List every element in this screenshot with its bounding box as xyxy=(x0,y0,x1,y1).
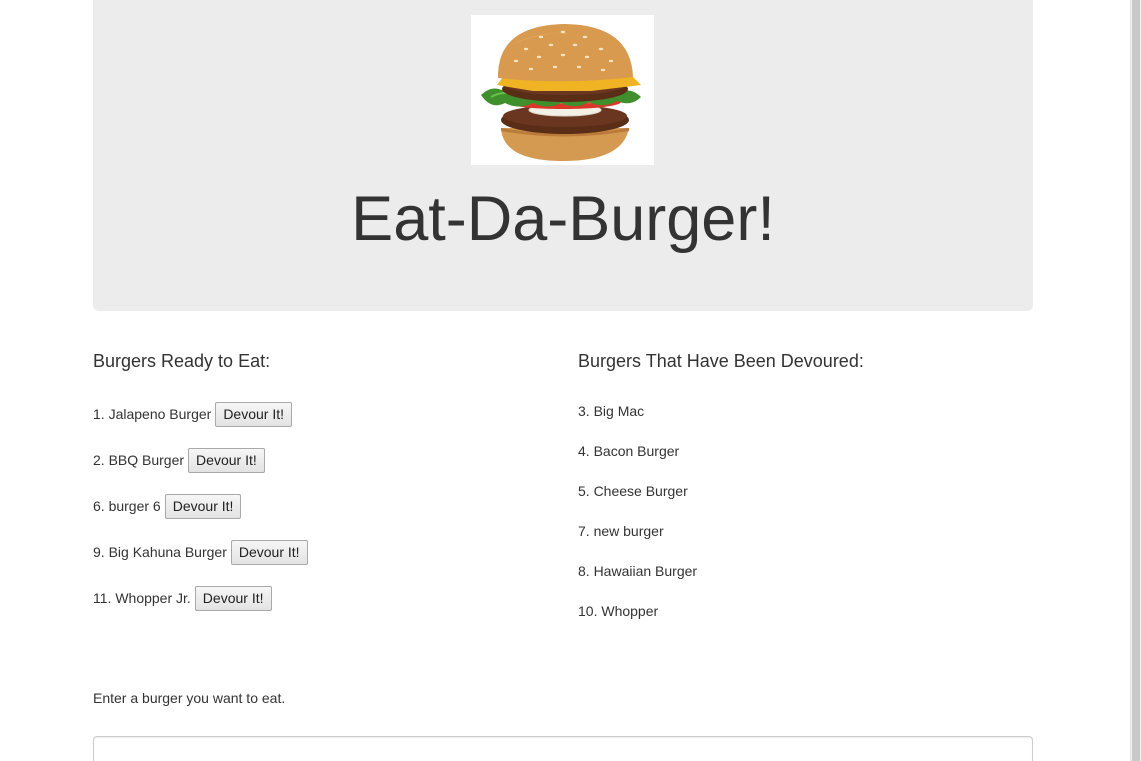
burger-name: 6. burger 6 xyxy=(93,498,161,514)
devoured-burger-item: 8. Hawaiian Burger xyxy=(578,563,698,579)
devoured-burger-list: 3. Big Mac 4. Bacon Burger 5. Cheese Bur… xyxy=(578,401,697,641)
burger-input-label: Enter a burger you want to eat. xyxy=(93,690,286,706)
ready-burger-item: 6. burger 6 Devour It! xyxy=(93,493,308,519)
devour-button[interactable]: Devour It! xyxy=(188,447,265,473)
devoured-burger-item: 7. new burger xyxy=(578,523,664,539)
cheeseburger-icon xyxy=(481,24,641,161)
page-title: Eat-Da-Burger! xyxy=(351,184,775,254)
ready-burger-item: 1. Jalapeno Burger Devour It! xyxy=(93,401,308,427)
devour-button[interactable]: Devour It! xyxy=(230,539,308,565)
devour-button[interactable]: Devour It! xyxy=(215,401,293,427)
burger-name: 9. Big Kahuna Burger xyxy=(93,544,227,560)
devour-button[interactable]: Devour It! xyxy=(164,493,242,519)
ready-burger-list: 1. Jalapeno Burger Devour It! 2. BBQ Bur… xyxy=(93,401,308,631)
devoured-burger-item: 10. Whopper xyxy=(578,603,659,619)
burger-name-input[interactable] xyxy=(93,736,1033,761)
vertical-scrollbar[interactable] xyxy=(1130,0,1141,761)
ready-burger-item: 11. Whopper Jr. Devour It! xyxy=(93,585,308,611)
devour-button[interactable]: Devour It! xyxy=(194,585,272,611)
burger-name: 11. Whopper Jr. xyxy=(93,590,191,606)
burger-image xyxy=(471,15,654,165)
scrollbar-thumb[interactable] xyxy=(1132,0,1140,761)
page: Eat-Da-Burger! Burgers Ready to Eat: Bur… xyxy=(0,0,1141,761)
devoured-burger-item: 4. Bacon Burger xyxy=(578,443,680,459)
ready-burger-item: 2. BBQ Burger Devour It! xyxy=(93,447,308,473)
ready-heading: Burgers Ready to Eat: xyxy=(93,351,271,371)
devoured-heading: Burgers That Have Been Devoured: xyxy=(578,351,864,371)
burger-name: 1. Jalapeno Burger xyxy=(93,406,212,422)
devoured-burger-item: 5. Cheese Burger xyxy=(578,483,688,499)
ready-burger-item: 9. Big Kahuna Burger Devour It! xyxy=(93,539,308,565)
header-jumbotron: Eat-Da-Burger! xyxy=(93,0,1033,311)
burger-name: 2. BBQ Burger xyxy=(93,452,185,468)
devoured-burger-item: 3. Big Mac xyxy=(578,403,645,419)
